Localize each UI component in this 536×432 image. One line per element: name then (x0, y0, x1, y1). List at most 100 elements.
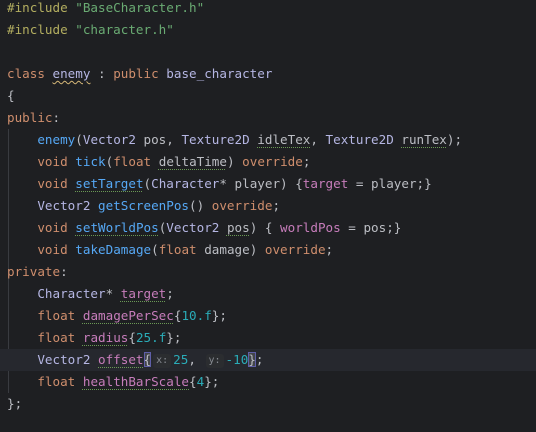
code-token: deltaTime (158, 154, 227, 169)
code-line[interactable]: private: (0, 261, 536, 283)
code-token: Vector2 (166, 220, 220, 235)
code-token: pos (226, 220, 250, 235)
code-token: enemy (52, 66, 91, 81)
code-token: ( (143, 176, 152, 191)
code-token: getScreenPos (98, 198, 190, 213)
code-token: Character (37, 286, 106, 301)
code-token: damagePerSec (82, 308, 174, 323)
code-token: "character.h" (75, 22, 174, 37)
code-token: : (52, 110, 61, 125)
code-line-text: void setWorldPos(Vector2 pos) { worldPos… (7, 217, 401, 239)
code-line-text: { (7, 85, 15, 107)
code-token: setWorldPos (75, 220, 159, 235)
code-line-text: float damagePerSec{10.f}; (7, 305, 227, 327)
matched-brace: } (248, 352, 256, 367)
code-line-text: public: (7, 107, 60, 129)
code-line[interactable]: void setWorldPos(Vector2 pos) { worldPos… (0, 217, 536, 239)
code-line[interactable]: void takeDamage(float damage) override; (0, 239, 536, 261)
code-token: void (37, 154, 68, 169)
code-line[interactable]: #include "BaseCharacter.h" (0, 0, 536, 19)
code-token: pos, (135, 132, 182, 147)
code-token: Character (151, 176, 220, 191)
code-token: idleTex (257, 132, 311, 147)
code-token: float (37, 374, 76, 389)
code-token: Texture2D (325, 132, 394, 147)
code-token: , (310, 132, 326, 147)
code-token: Vector2 (37, 198, 91, 213)
code-token: Vector2 (82, 132, 136, 147)
code-token: #include (7, 22, 68, 37)
code-token: }; (211, 308, 227, 323)
code-token: ; (272, 198, 281, 213)
code-token: override (242, 154, 303, 169)
code-token: float (37, 308, 76, 323)
code-token: , (188, 352, 204, 367)
parameter-hint: y: (205, 354, 224, 368)
code-line[interactable]: { (0, 85, 536, 107)
code-line-text: void takeDamage(float damage) override; (7, 239, 333, 261)
code-token: ( (75, 132, 83, 147)
code-token: float (37, 330, 76, 345)
code-editor[interactable]: #include "BaseCharacter.h" #include "char… (0, 0, 536, 432)
code-line-text: Vector2 offset{x: 25, y: -10}; (7, 349, 263, 371)
code-line[interactable]: Vector2 offset{x: 25, y: -10}; (0, 349, 536, 371)
code-token: : (90, 66, 114, 81)
code-token: void (37, 220, 68, 235)
code-token: public (113, 66, 159, 81)
code-token: radius (82, 330, 129, 345)
code-line[interactable]: enemy(Vector2 pos, Texture2D idleTex, Te… (0, 129, 536, 151)
code-token: 10.f (181, 308, 212, 323)
code-token: worldPos (280, 220, 341, 235)
code-token: takeDamage (75, 242, 152, 257)
code-token: ( (151, 242, 159, 257)
code-token: target (120, 286, 167, 301)
code-line-text: }; (7, 393, 22, 415)
code-line[interactable]: void tick(float deltaTime) override; (0, 151, 536, 173)
code-line[interactable] (0, 41, 536, 63)
code-line[interactable]: float healthBarScale{4}; (0, 371, 536, 393)
code-token: { (189, 374, 197, 389)
code-line-text: float healthBarScale{4}; (7, 371, 219, 393)
code-token: * (105, 286, 121, 301)
code-token: enemy (37, 132, 76, 147)
code-line[interactable]: float damagePerSec{10.f}; (0, 305, 536, 327)
code-line-text: class enemy : public base_character (7, 63, 272, 85)
code-token: void (37, 242, 68, 257)
code-token: void (37, 176, 68, 191)
code-token: { (128, 330, 136, 345)
code-token: Vector2 (37, 352, 91, 367)
code-line-text: #include "character.h" (7, 19, 174, 41)
code-line[interactable]: void setTarget(Character* player) {targe… (0, 173, 536, 195)
code-line[interactable]: class enemy : public base_character (0, 63, 536, 85)
code-token: -10 (225, 352, 249, 367)
code-line[interactable]: }; (0, 393, 536, 415)
code-token: float (158, 242, 197, 257)
code-token: private (7, 264, 61, 279)
code-token: public (7, 110, 53, 125)
code-token: override (211, 198, 273, 213)
code-token: = pos;} (340, 220, 402, 235)
parameter-hint: x: (153, 354, 172, 368)
code-line-text: Character* target; (7, 283, 174, 305)
code-line-text: void setTarget(Character* player) {targe… (7, 173, 431, 195)
code-token: ; (302, 154, 311, 169)
code-line[interactable]: public: (0, 107, 536, 129)
code-line[interactable]: float radius{25.f}; (0, 327, 536, 349)
code-line[interactable]: #include "character.h" (0, 19, 536, 41)
code-token: #include (7, 0, 68, 15)
code-token: ) (226, 154, 243, 169)
code-line[interactable]: Vector2 getScreenPos() override; (0, 195, 536, 217)
code-token: float (113, 154, 152, 169)
code-line[interactable]: Character* target; (0, 283, 536, 305)
